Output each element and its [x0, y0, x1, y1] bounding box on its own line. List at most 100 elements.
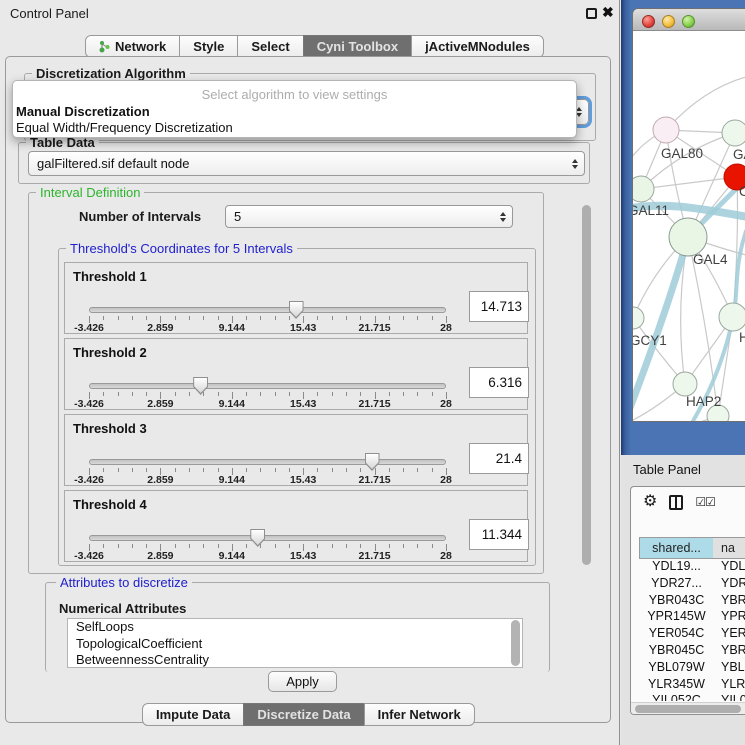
cell-name[interactable]: YPR14	[714, 609, 745, 626]
algorithm-dropdown-popup: Select algorithm to view settings Manual…	[12, 80, 577, 138]
table-row[interactable]: YBR045CYBR04	[639, 643, 745, 660]
table-row[interactable]: YDR27...YDR27	[639, 576, 745, 593]
attribute-list-item[interactable]: BetweennessCentrality	[68, 652, 522, 668]
threshold-value-field[interactable]: 6.316	[469, 367, 529, 398]
cell-shared-name[interactable]: YER054C	[639, 626, 714, 643]
dropdown-item-manual-discretization[interactable]: Manual Discretization	[16, 104, 150, 119]
cell-shared-name[interactable]: YPR145W	[639, 609, 714, 626]
slider-tick-labels: -3.4262.8599.14415.4321.71528	[89, 474, 446, 486]
threshold-slider-track[interactable]	[89, 383, 446, 389]
network-node-node-top-right[interactable]	[722, 120, 745, 146]
control-panel-window: Control Panel ✖ NetworkStyleSelectCyni T…	[0, 0, 620, 745]
tab-select[interactable]: Select	[237, 35, 303, 58]
threshold-slider-track[interactable]	[89, 307, 446, 313]
table-hscroll-thumb[interactable]	[635, 705, 741, 713]
table-row[interactable]: YER054CYER05	[639, 626, 745, 643]
table-row[interactable]: YBL079WYBL07	[639, 660, 745, 677]
network-node-GCY1[interactable]	[633, 307, 644, 329]
column-layout-icon[interactable]	[669, 495, 683, 510]
network-edge[interactable]	[641, 133, 735, 189]
cell-name[interactable]: YER05	[714, 626, 745, 643]
table-data-combobox[interactable]: galFiltered.sif default node	[28, 151, 585, 176]
apply-button[interactable]: Apply	[268, 671, 337, 692]
cell-shared-name[interactable]: YBL079W	[639, 660, 714, 677]
threshold-value-field[interactable]: 11.344	[469, 519, 529, 550]
network-node-GAL4[interactable]	[669, 218, 707, 256]
table-horizontal-scrollbar[interactable]	[631, 702, 745, 714]
combo-arrows-icon	[572, 159, 578, 169]
cell-name[interactable]: YBR04	[714, 593, 745, 610]
bottom-tab-bar: Impute Data Discretize Data Infer Network	[143, 703, 475, 726]
threshold-label: Threshold 2	[73, 345, 147, 360]
threshold-value-field[interactable]: 21.4	[469, 443, 529, 474]
threshold-value-field[interactable]: 14.713	[469, 291, 529, 322]
threshold-panel-4: Threshold 4-3.4262.8599.14415.4321.71528…	[64, 490, 528, 562]
float-window-icon[interactable]	[586, 8, 597, 19]
tab-label: Discretize Data	[257, 707, 350, 722]
bottom-tab-discretize-data[interactable]: Discretize Data	[243, 703, 364, 726]
cell-name[interactable]: YBL07	[714, 660, 745, 677]
table-row[interactable]: YLR345WYLR34	[639, 677, 745, 694]
tab-cyni-toolbox[interactable]: Cyni Toolbox	[303, 35, 412, 58]
network-node-label: HAP2	[686, 394, 721, 409]
gear-icon[interactable]: ⚙	[643, 494, 657, 510]
column-header-shared-name[interactable]: shared...	[639, 537, 714, 559]
cell-name[interactable]: YLR34	[714, 677, 745, 694]
cell-shared-name[interactable]: YLR345W	[639, 677, 714, 694]
attributes-group-title: Attributes to discretize	[56, 575, 192, 590]
cell-name[interactable]: YBR04	[714, 643, 745, 660]
network-canvas[interactable]: GAL80GACGAL11GAL4GCY1HHAP2	[633, 31, 745, 422]
network-node-label: C	[739, 184, 745, 199]
apply-button-label: Apply	[286, 674, 319, 689]
tab-jactivemnodules[interactable]: jActiveMNodules	[411, 35, 544, 58]
threshold-label: Threshold 1	[73, 269, 147, 284]
zoom-traffic-light-icon[interactable]	[682, 15, 695, 28]
network-node-HAP2[interactable]	[673, 372, 697, 396]
table-row[interactable]: YPR145WYPR14	[639, 609, 745, 626]
tab-style[interactable]: Style	[179, 35, 238, 58]
cell-shared-name[interactable]: YDL19...	[639, 559, 714, 576]
number-of-intervals-value: 5	[234, 209, 241, 224]
algorithm-group-title: Discretization Algorithm	[32, 66, 190, 81]
attributes-scrollbar-thumb[interactable]	[511, 620, 520, 666]
tab-label: Impute Data	[156, 707, 230, 722]
cell-name[interactable]: YIL05	[714, 693, 745, 701]
network-node-label: GAL80	[661, 146, 703, 161]
network-node-label: GCY1	[633, 333, 667, 348]
close-traffic-light-icon[interactable]	[642, 15, 655, 28]
network-edge[interactable]	[641, 177, 737, 189]
column-header-name[interactable]: na	[713, 537, 745, 559]
checkbox-icons[interactable]: ☑☑	[695, 495, 715, 509]
attribute-list-item[interactable]: SelfLoops	[68, 619, 522, 636]
threshold-slider-track[interactable]	[89, 535, 446, 541]
close-icon[interactable]: ✖	[602, 4, 614, 21]
combo-arrows-icon	[500, 212, 506, 222]
tab-label: Cyni Toolbox	[317, 39, 398, 54]
minimize-traffic-light-icon[interactable]	[662, 15, 675, 28]
cell-name[interactable]: YDR27	[714, 576, 745, 593]
cell-shared-name[interactable]: YBR045C	[639, 643, 714, 660]
network-window-titlebar[interactable]	[633, 9, 745, 31]
cell-name[interactable]: YDL19	[714, 559, 745, 576]
threshold-panel-3: Threshold 3-3.4262.8599.14415.4321.71528…	[64, 414, 528, 486]
table-row[interactable]: YDL19...YDL19	[639, 559, 745, 576]
cell-shared-name[interactable]: YDR27...	[639, 576, 714, 593]
table-row[interactable]: YIL052CYIL05	[639, 693, 745, 701]
bottom-tab-infer-network[interactable]: Infer Network	[364, 703, 475, 726]
network-node-node-H[interactable]	[719, 303, 745, 331]
bottom-tab-impute-data[interactable]: Impute Data	[142, 703, 244, 726]
cell-shared-name[interactable]: YBR043C	[639, 593, 714, 610]
network-icon	[99, 40, 110, 53]
numerical-attributes-list[interactable]: SelfLoopsTopologicalCoefficientBetweenne…	[67, 618, 523, 668]
attribute-list-item[interactable]: TopologicalCoefficient	[68, 636, 522, 653]
threshold-slider-track[interactable]	[89, 459, 446, 465]
network-node-GAL11[interactable]	[633, 176, 654, 202]
number-of-intervals-combobox[interactable]: 5	[225, 205, 513, 228]
cell-shared-name[interactable]: YIL052C	[639, 693, 714, 701]
network-node-GAL80[interactable]	[653, 117, 679, 143]
network-view-window: GAL80GACGAL11GAL4GCY1HHAP2	[632, 8, 745, 422]
tab-network[interactable]: Network	[85, 35, 180, 58]
dropdown-item-equal-width[interactable]: Equal Width/Frequency Discretization	[16, 120, 233, 135]
panel-scrollbar-thumb[interactable]	[582, 205, 591, 565]
table-row[interactable]: YBR043CYBR04	[639, 593, 745, 610]
